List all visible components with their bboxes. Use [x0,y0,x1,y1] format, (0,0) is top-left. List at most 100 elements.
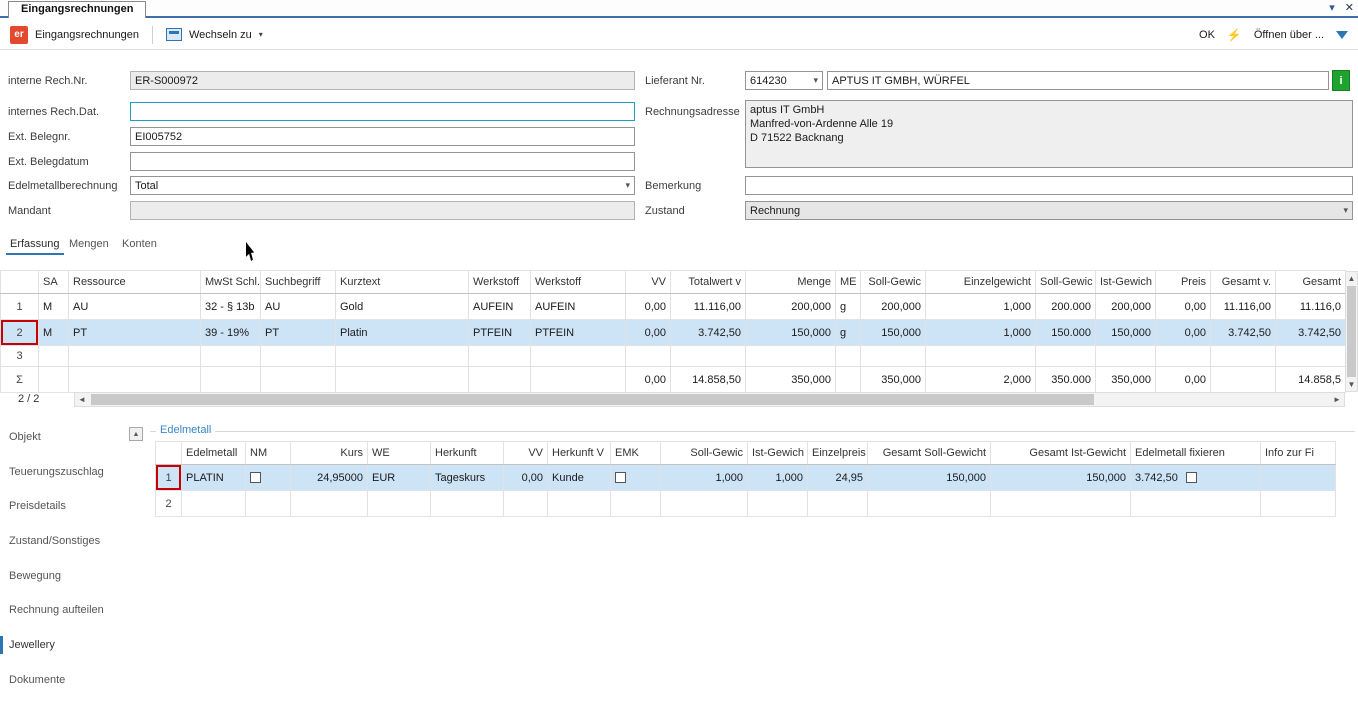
cell[interactable] [835,345,861,367]
cell[interactable] [625,345,671,367]
cell[interactable]: 0,00 [1155,319,1211,346]
lieferant-name-field[interactable]: APTUS IT GMBH, WÜRFEL [827,71,1329,90]
lieferant-nr-combo[interactable]: 614230 ▾ [745,71,823,90]
cell[interactable]: 3.742,50 [1210,319,1276,346]
cell[interactable] [610,490,661,517]
cell[interactable]: 3.742,50 [1275,319,1346,346]
cell[interactable] [68,345,201,367]
document-tab[interactable]: Eingangsrechnungen [8,1,147,18]
grid-horizontal-scrollbar[interactable]: ◄ ► [74,392,1345,407]
tab-erfassung[interactable]: Erfassung [6,236,64,255]
cell[interactable] [547,490,611,517]
cell[interactable]: 0,00 [625,293,671,320]
row-number[interactable]: 2 [155,490,182,517]
cell[interactable] [747,490,808,517]
sidebar-item-bewegung[interactable]: Bewegung [0,567,144,585]
cell[interactable]: AU [68,293,201,320]
col-soll-gewicht-2[interactable]: Soll-Gewic [1035,270,1096,294]
cell[interactable]: 150,000 [1095,319,1156,346]
sidebar-item-objekt[interactable]: Objekt [0,428,144,446]
table-row-selected[interactable]: 2 M PT 39 - 19% PT Platin PTFEIN PTFEIN … [0,319,1346,346]
row-number-current[interactable]: 2 [0,319,39,346]
col-vv[interactable]: VV [503,441,548,465]
col-ist-gewicht[interactable]: Ist-Gewich [1095,270,1156,294]
cell[interactable] [1210,345,1276,367]
sidebar-item-teuerungszuschlag[interactable]: Teuerungszuschlag [0,463,144,481]
lightning-icon[interactable]: ⚡ [1227,28,1242,42]
cell-gesamt-soll[interactable]: 150,000 [867,464,991,491]
cell[interactable] [867,490,991,517]
interne-rechnr-field[interactable]: ER-S000972 [130,71,635,90]
cell[interactable] [807,490,868,517]
cell[interactable] [745,345,836,367]
cell[interactable] [925,345,1036,367]
open-dropdown-icon[interactable] [1336,30,1348,39]
cell[interactable]: PTFEIN [530,319,626,346]
cell-gesamt-ist[interactable]: 150,000 [990,464,1131,491]
sidebar-item-dokumente[interactable]: Dokumente [0,671,144,689]
cell-info[interactable] [1260,464,1336,491]
cell[interactable] [1155,345,1211,367]
cell[interactable]: M [38,293,69,320]
cell-herkunft[interactable]: Tageskurs [430,464,504,491]
zustand-select[interactable]: Rechnung ▾ [745,201,1353,220]
chevron-down-icon[interactable]: ▾ [625,180,630,191]
col-edelmetall-fixieren[interactable]: Edelmetall fixieren [1130,441,1261,465]
cell[interactable] [503,490,548,517]
col-me[interactable]: ME [835,270,861,294]
col-werkstoff-1[interactable]: Werkstoff [468,270,531,294]
cell[interactable]: PT [260,319,336,346]
cell[interactable]: M [38,319,69,346]
cell-soll[interactable]: 1,000 [660,464,748,491]
cell[interactable]: AU [260,293,336,320]
cell[interactable]: 3.742,50 [670,319,746,346]
col-gesamt[interactable]: Gesamt [1275,270,1346,294]
cell-emk[interactable] [610,464,661,491]
col-kurztext[interactable]: Kurztext [335,270,469,294]
cell[interactable]: 11.116,00 [1210,293,1276,320]
scroll-thumb[interactable] [91,394,1094,405]
wechseln-zu-button[interactable]: Wechseln zu [189,29,252,41]
cell[interactable]: PTFEIN [468,319,531,346]
oeffnen-ueber-button[interactable]: Öffnen über ... [1254,29,1324,41]
cell[interactable]: 200,000 [1095,293,1156,320]
cell[interactable]: 1,000 [925,293,1036,320]
cell[interactable]: 32 - § 13b [200,293,261,320]
col-mwst[interactable]: MwSt Schl. [200,270,261,294]
cell-edelmetall[interactable]: PLATIN [181,464,246,491]
cell-ist[interactable]: 1,000 [747,464,808,491]
window-dropdown-icon[interactable]: ▾ [1329,1,1335,14]
emk-checkbox[interactable] [615,472,626,484]
col-ist-gewicht[interactable]: Ist-Gewich [747,441,808,465]
cell[interactable]: 0,00 [1155,293,1211,320]
cell[interactable]: 200.000 [1035,293,1096,320]
cell[interactable]: Platin [335,319,469,346]
col-werkstoff-2[interactable]: Werkstoff [530,270,626,294]
cell[interactable]: g [835,293,861,320]
lieferant-info-button[interactable]: i [1332,70,1350,91]
cell[interactable]: 11.116,00 [670,293,746,320]
scroll-left-icon[interactable]: ◄ [75,395,89,404]
bemerkung-field[interactable] [745,176,1353,195]
col-gesamt-v[interactable]: Gesamt v. [1210,270,1276,294]
cell[interactable]: 11.116,0 [1275,293,1346,320]
col-vv[interactable]: VV [625,270,671,294]
cell[interactable] [290,490,368,517]
cell[interactable]: 200,000 [745,293,836,320]
cell[interactable]: 200,000 [860,293,926,320]
cell-einzelpreis[interactable]: 24,95 [807,464,868,491]
col-info-zur-fixierung[interactable]: Info zur Fi [1260,441,1336,465]
cell[interactable] [468,345,531,367]
col-sa[interactable]: SA [38,270,69,294]
cell-nm[interactable] [245,464,291,491]
row-number[interactable]: 3 [0,345,39,367]
tab-konten[interactable]: Konten [118,236,161,253]
wechseln-dropdown-icon[interactable]: ▾ [259,30,263,39]
chevron-down-icon[interactable]: ▾ [1343,205,1348,216]
table-row[interactable]: 1 M AU 32 - § 13b AU Gold AUFEIN AUFEIN … [0,293,1346,320]
grid-vertical-scrollbar[interactable]: ▲ ▼ [1345,271,1358,392]
edelmetall-row-selected[interactable]: 1 PLATIN 24,95000 EUR Tageskurs 0,00 Kun… [155,464,1336,491]
col-gesamt-soll-gewicht[interactable]: Gesamt Soll-Gewicht [867,441,991,465]
cell[interactable] [1035,345,1096,367]
tab-mengen[interactable]: Mengen [65,236,113,253]
